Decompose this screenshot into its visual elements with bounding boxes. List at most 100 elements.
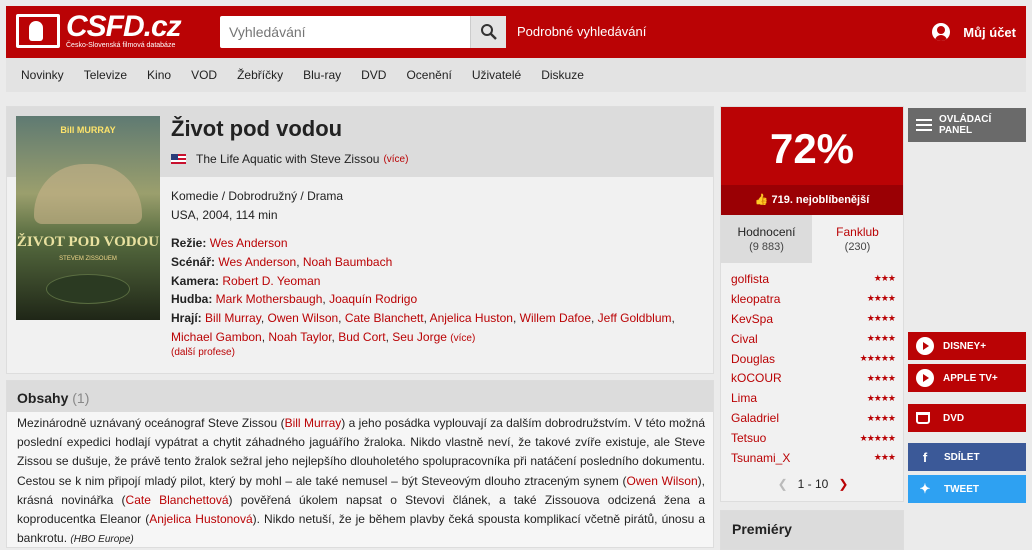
pager-next-icon[interactable]: ❯ bbox=[838, 477, 848, 491]
person-link[interactable]: Anjelica Hustonová bbox=[149, 512, 252, 526]
rating-percent: 72% bbox=[721, 107, 903, 185]
plot-part: Mezinárodně uznávaný oceánograf Steve Zi… bbox=[17, 416, 285, 430]
user-link[interactable]: kleopatra bbox=[731, 292, 780, 306]
twitter-icon: ✦ bbox=[919, 481, 931, 496]
tweet-button[interactable]: ✦ TWEET bbox=[908, 475, 1026, 503]
user-rating-row: kOCOUR ★★★★ bbox=[731, 368, 896, 388]
director-label: Režie: bbox=[171, 236, 207, 250]
csfd-logo[interactable]: CSFD.cz Česko-Slovenská filmová databáze bbox=[16, 10, 182, 52]
advanced-search-link[interactable]: Podrobné vyhledávání bbox=[517, 24, 646, 39]
user-rating-row: golfista ★★★ bbox=[731, 269, 896, 289]
facebook-share-button[interactable]: f SDÍLET bbox=[908, 443, 1026, 471]
us-flag-icon bbox=[171, 154, 186, 164]
film-strip-icon bbox=[16, 14, 60, 48]
user-rating-row: Tetsuo ★★★★★ bbox=[731, 428, 896, 448]
nav-item-novinky[interactable]: Novinky bbox=[21, 68, 64, 82]
user-link[interactable]: Galadriel bbox=[731, 411, 779, 425]
poster-actor: Bill MURRAY bbox=[60, 125, 116, 135]
cast-label: Hrají: bbox=[171, 311, 202, 325]
star-rating-icon: ★★★★★ bbox=[859, 432, 896, 443]
user-rating-row: Lima ★★★★ bbox=[731, 388, 896, 408]
film-poster[interactable]: Bill MURRAY ŽIVOT POD VODOU STEVEM ZISSO… bbox=[16, 116, 160, 320]
nav-item-bluray[interactable]: Blu-ray bbox=[303, 68, 341, 82]
share-label: SDÍLET bbox=[944, 451, 980, 463]
cart-icon bbox=[916, 412, 930, 424]
search-button[interactable] bbox=[470, 16, 506, 48]
person-link[interactable]: Jeff Goldblum bbox=[598, 311, 672, 325]
more-titles-link[interactable]: (více) bbox=[383, 154, 408, 165]
star-rating-icon: ★★★★ bbox=[866, 392, 896, 403]
user-icon bbox=[932, 23, 951, 41]
control-panel-label: OVLÁDACÍ PANEL bbox=[939, 114, 992, 136]
logo-text: CSFD.cz bbox=[66, 10, 182, 43]
writer-label: Scénář: bbox=[171, 255, 216, 269]
top-header: CSFD.cz Česko-Slovenská filmová databáze… bbox=[6, 6, 1026, 58]
user-link[interactable]: KevSpa bbox=[731, 312, 773, 326]
person-link[interactable]: Bud Cort bbox=[338, 330, 385, 344]
person-link[interactable]: Wes Anderson bbox=[218, 255, 296, 269]
user-link[interactable]: Tsunami_X bbox=[731, 451, 790, 465]
film-origin: USA, 2004, 114 min bbox=[171, 208, 278, 222]
control-panel-button[interactable]: OVLÁDACÍ PANEL bbox=[908, 108, 1026, 142]
user-rating-row: Cival ★★★★ bbox=[731, 329, 896, 349]
person-link[interactable]: Willem Dafoe bbox=[520, 311, 591, 325]
user-link[interactable]: Cival bbox=[731, 332, 758, 346]
person-link[interactable]: Bill Murray bbox=[205, 311, 261, 325]
nav-item-dvd[interactable]: DVD bbox=[361, 68, 386, 82]
person-link[interactable]: Michael Gambon bbox=[171, 330, 262, 344]
tab-ratings[interactable]: Hodnocení (9 883) bbox=[721, 215, 812, 263]
disney-plus-button[interactable]: DISNEY+ bbox=[908, 332, 1026, 360]
tab-fanclub[interactable]: Fanklub (230) bbox=[812, 215, 903, 263]
account-button[interactable]: Můj účet bbox=[932, 23, 1016, 41]
person-link[interactable]: Noah Baumbach bbox=[303, 255, 392, 269]
rating-box: 72% 👍 719. nejoblíbenější Hodnocení (9 88… bbox=[720, 106, 904, 502]
camera-row: Kamera: Robert D. Yeoman bbox=[171, 272, 701, 291]
user-link[interactable]: kOCOUR bbox=[731, 371, 782, 385]
nav-item-uzivatele[interactable]: Uživatelé bbox=[472, 68, 521, 82]
nav-item-oceneni[interactable]: Ocenění bbox=[406, 68, 451, 82]
search-input[interactable] bbox=[220, 16, 470, 48]
user-link[interactable]: golfista bbox=[731, 272, 769, 286]
apple-tv-button[interactable]: APPLE TV+ bbox=[908, 364, 1026, 392]
more-cast-link[interactable]: (více) bbox=[450, 333, 475, 344]
facebook-icon: f bbox=[922, 449, 928, 465]
person-link[interactable]: Cate Blanchett bbox=[345, 311, 424, 325]
person-link[interactable]: Noah Taylor bbox=[268, 330, 331, 344]
premiery-heading[interactable]: Premiéry bbox=[720, 510, 904, 550]
person-link[interactable]: Anjelica Huston bbox=[430, 311, 513, 325]
menu-icon bbox=[916, 119, 932, 131]
user-link[interactable]: Tetsuo bbox=[731, 431, 766, 445]
nav-item-diskuze[interactable]: Diskuze bbox=[541, 68, 584, 82]
person-link[interactable]: Owen Wilson bbox=[267, 311, 338, 325]
tab-ratings-label: Hodnocení bbox=[737, 225, 796, 239]
music-row: Hudba: Mark Mothersbaugh, Joaquín Rodrig… bbox=[171, 292, 418, 306]
logo-tagline: Česko-Slovenská filmová databáze bbox=[66, 42, 176, 49]
dvd-button[interactable]: DVD bbox=[908, 404, 1026, 432]
person-link[interactable]: Bill Murray bbox=[285, 416, 342, 430]
film-title: Život pod vodou bbox=[171, 116, 343, 141]
nav-item-televize[interactable]: Televize bbox=[84, 68, 127, 82]
rank-text: 719. nejoblíbenější bbox=[771, 194, 870, 206]
user-link[interactable]: Lima bbox=[731, 391, 757, 405]
user-rating-row: Galadriel ★★★★ bbox=[731, 408, 896, 428]
person-link[interactable]: Robert D. Yeoman bbox=[222, 274, 320, 288]
more-professions-link[interactable]: (další profese) bbox=[171, 347, 235, 358]
nav-item-vod[interactable]: VOD bbox=[191, 68, 217, 82]
pager-prev-icon[interactable]: ❮ bbox=[778, 477, 788, 491]
main-navigation: Novinky Televize Kino VOD Žebříčky Blu-r… bbox=[6, 58, 1026, 92]
dvd-label: DVD bbox=[943, 412, 965, 424]
person-link[interactable]: Owen Wilson bbox=[627, 474, 698, 488]
person-link[interactable]: Joaquín Rodrigo bbox=[329, 292, 417, 306]
person-link[interactable]: Wes Anderson bbox=[210, 236, 288, 250]
nav-item-kino[interactable]: Kino bbox=[147, 68, 171, 82]
person-link[interactable]: Cate Blanchettová bbox=[126, 493, 229, 507]
person-link[interactable]: Seu Jorge bbox=[392, 330, 447, 344]
star-rating-icon: ★★★★ bbox=[866, 412, 896, 423]
user-rating-row: Tsunami_X ★★★ bbox=[731, 448, 896, 468]
nav-item-zebricky[interactable]: Žebříčky bbox=[237, 68, 283, 82]
popularity-rank[interactable]: 👍 719. nejoblíbenější bbox=[721, 185, 903, 215]
star-rating-icon: ★★★★ bbox=[866, 313, 896, 324]
user-link[interactable]: Douglas bbox=[731, 352, 775, 366]
person-link[interactable]: Mark Mothersbaugh bbox=[216, 292, 323, 306]
plot-heading: Obsahy (1) bbox=[7, 381, 713, 412]
